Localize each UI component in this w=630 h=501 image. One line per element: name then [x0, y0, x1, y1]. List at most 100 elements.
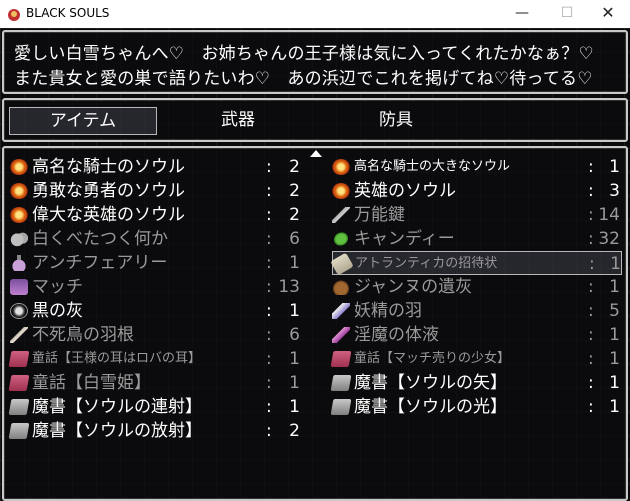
item-name: 高名な騎士のソウル	[32, 157, 185, 177]
item-row[interactable]: 淫魔の体液:1	[332, 323, 622, 347]
item-quantity: 2	[289, 157, 300, 177]
item-quantity: 13	[278, 277, 300, 297]
item-name: 万能鍵	[354, 205, 405, 225]
item-row[interactable]: 魔書【ソウルの矢】:1	[330, 371, 622, 395]
item-row[interactable]: ジャンヌの遺灰:1	[332, 275, 622, 299]
item-row[interactable]: キャンディー:32	[329, 227, 622, 251]
item-row[interactable]: アトランティカの招待状:1	[330, 251, 622, 276]
item-quantity: 2	[289, 181, 300, 201]
item-quantity: 1	[609, 325, 620, 345]
app-icon	[8, 9, 20, 21]
item-quantity: 1	[609, 373, 620, 393]
item-row[interactable]: 童話【白雪姫】:1	[8, 371, 300, 395]
item-name: ジャンヌの遺灰	[354, 277, 473, 297]
item-row[interactable]: 童話【王様の耳はロバの耳】:1	[8, 347, 300, 371]
key-icon	[332, 207, 350, 223]
bottle-icon	[10, 255, 28, 271]
item-row[interactable]: 童話【マッチ売りの少女】:1	[330, 347, 622, 371]
category-tab-weapons[interactable]: 武器	[196, 107, 280, 133]
category-tab-armor[interactable]: 防具	[354, 107, 438, 133]
item-name: マッチ	[32, 277, 83, 297]
item-quantity: 1	[289, 397, 300, 417]
item-row[interactable]: 白くべたつく何か:6	[10, 227, 300, 251]
minimize-button[interactable]: —	[500, 0, 544, 28]
game-screen: 愛しい白雪ちゃんへ♡ お姉ちゃんの王子様は気に入ってくれたかなぁ？♡ また貴女と…	[0, 28, 630, 501]
wing-icon	[332, 303, 350, 319]
item-row[interactable]: 英雄のソウル:3	[332, 179, 622, 203]
item-row[interactable]: マッチ:13	[10, 275, 300, 299]
item-row[interactable]: 魔書【ソウルの光】:1	[330, 395, 622, 419]
item-name: 不死鳥の羽根	[32, 325, 134, 345]
item-quantity: 1	[289, 301, 300, 321]
item-row[interactable]: 偉大な英雄のソウル:2	[10, 203, 300, 227]
window-titlebar: BLACK SOULS — ☐ ✕	[0, 0, 630, 28]
star-soul-icon	[10, 183, 28, 199]
item-row[interactable]: 黒の灰:1	[10, 299, 300, 323]
grey-book-icon	[8, 399, 30, 415]
candy-icon	[329, 227, 353, 251]
item-row[interactable]: 万能鍵:14	[332, 203, 622, 227]
pouch-icon	[332, 279, 350, 295]
item-name: キャンディー	[354, 229, 455, 249]
item-row[interactable]: 高名な騎士のソウル:2	[10, 155, 300, 179]
item-name: 黒の灰	[32, 301, 83, 321]
star-soul-icon	[332, 159, 350, 175]
scroll-up-arrow-icon[interactable]	[310, 150, 322, 157]
item-quantity: 5	[609, 301, 620, 321]
item-row[interactable]: 妖精の羽:5	[332, 299, 622, 323]
item-quantity: 2	[289, 421, 300, 441]
item-quantity: 1	[609, 349, 620, 369]
grey-book-icon	[330, 399, 352, 415]
item-name: 妖精の羽	[354, 301, 422, 321]
help-text-line-2: また貴女と愛の巣で語りたいわ♡ あの浜辺でこれを掲げてね♡待ってる♡	[14, 69, 593, 89]
item-name: 偉大な英雄のソウル	[32, 205, 185, 225]
item-name: 高名な騎士の大きなソウル	[354, 159, 511, 174]
item-row[interactable]: 勇敢な勇者のソウル:2	[10, 179, 300, 203]
item-name: 白くべたつく何か	[32, 229, 168, 249]
item-quantity: 1	[609, 397, 620, 417]
red-book-icon	[8, 351, 30, 367]
item-name: 淫魔の体液	[354, 325, 439, 345]
feather-icon	[10, 327, 28, 343]
maximize-button[interactable]: ☐	[545, 0, 589, 28]
item-list-window: 高名な騎士のソウル:2 勇敢な勇者のソウル:2 偉大な英雄のソウル:2 白くべたつく何…	[2, 146, 628, 501]
item-row[interactable]: 魔書【ソウルの連射】:1	[8, 395, 300, 419]
window-title: BLACK SOULS	[26, 6, 110, 20]
item-quantity: 6	[289, 229, 300, 249]
item-row[interactable]: アンチフェアリー:1	[10, 251, 300, 275]
item-name: 童話【王様の耳はロバの耳】	[32, 351, 202, 366]
item-quantity: 1	[610, 254, 621, 274]
vial-icon	[332, 327, 350, 343]
item-row[interactable]: 不死鳥の羽根:6	[10, 323, 300, 347]
grey-book-icon	[8, 423, 30, 439]
match-icon	[10, 279, 28, 295]
item-quantity: 6	[289, 325, 300, 345]
item-quantity: 1	[289, 373, 300, 393]
item-quantity: 2	[289, 205, 300, 225]
ash-icon	[10, 303, 28, 319]
cloud-icon	[10, 231, 28, 247]
item-quantity: 14	[598, 205, 620, 225]
item-name: 魔書【ソウルの連射】	[32, 397, 202, 417]
close-button[interactable]: ✕	[586, 0, 630, 28]
scroll-icon	[330, 252, 354, 276]
star-soul-icon	[10, 159, 28, 175]
help-text-line-1: 愛しい白雪ちゃんへ♡ お姉ちゃんの王子様は気に入ってくれたかなぁ？♡	[14, 44, 594, 64]
grey-book-icon	[330, 375, 352, 391]
item-name: 英雄のソウル	[354, 181, 456, 201]
star-soul-icon	[332, 183, 350, 199]
item-quantity: 32	[598, 229, 620, 249]
item-name: 童話【マッチ売りの少女】	[354, 351, 511, 366]
red-book-icon	[8, 375, 30, 391]
category-window: アイテム 武器 防具	[2, 98, 628, 142]
item-quantity: 1	[289, 253, 300, 273]
category-tab-items[interactable]: アイテム	[9, 107, 157, 135]
item-row[interactable]: 魔書【ソウルの放射】:2	[8, 419, 300, 443]
help-window: 愛しい白雪ちゃんへ♡ お姉ちゃんの王子様は気に入ってくれたかなぁ？♡ また貴女と…	[2, 30, 628, 94]
item-name: 童話【白雪姫】	[32, 373, 151, 393]
star-soul-icon	[10, 207, 28, 223]
item-name: 魔書【ソウルの放射】	[32, 421, 202, 441]
item-name: 魔書【ソウルの矢】	[354, 373, 507, 393]
item-row[interactable]: 高名な騎士の大きなソウル:1	[332, 155, 622, 179]
item-quantity: 3	[609, 181, 620, 201]
